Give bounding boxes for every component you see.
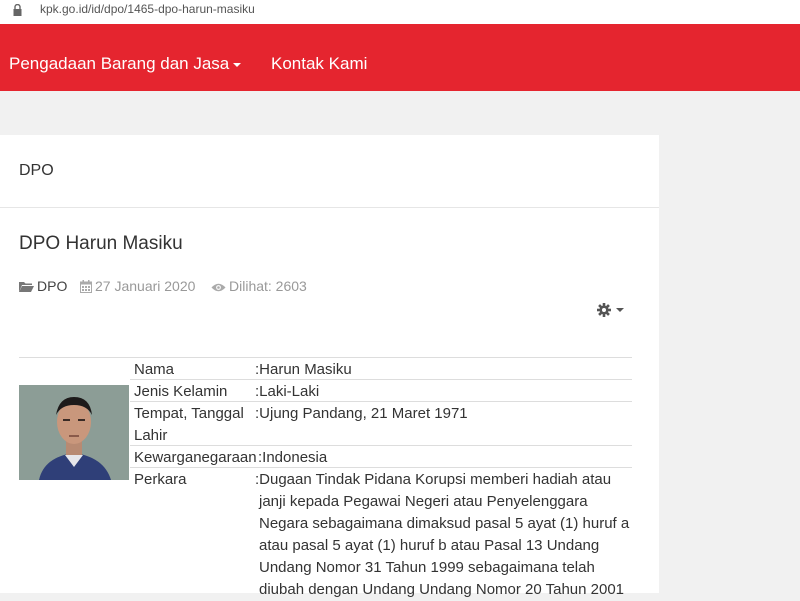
top-navbar: Pengadaan Barang dan Jasa Kontak Kami (0, 24, 800, 91)
row-label: Jenis Kelamin (134, 383, 228, 400)
row-kewarganegaraan: Kewarganegaraan :Indonesia (130, 445, 632, 468)
lock-icon (13, 4, 22, 16)
date-label: 27 Januari 2020 (95, 278, 196, 294)
caret-down-icon (233, 62, 242, 67)
row-label: Tempat, Tanggal (134, 405, 244, 422)
row-tempat-tanggal-lahir: Tempat, Tanggal Lahir :Ujung Pandang, 21… (130, 401, 632, 446)
views-label: Dilihat: 2603 (229, 278, 307, 294)
panel-heading: DPO (19, 162, 54, 179)
calendar-icon (80, 280, 92, 293)
gear-icon (597, 303, 624, 317)
row-nama: Nama :Harun Masiku (130, 357, 632, 380)
folder-icon (19, 282, 34, 292)
row-label: Kewarganegaraan (134, 449, 257, 466)
article-date: 27 Januari 2020 (80, 278, 195, 294)
row-label: Nama (134, 361, 175, 378)
article-category[interactable]: DPO (19, 278, 67, 294)
row-label: Perkara (134, 471, 187, 488)
row-value: :Indonesia (258, 449, 328, 466)
content-panel: DPO DPO Harun Masiku DPO 27 Januari 2020… (0, 135, 659, 598)
row-value-line: janji kepada Pegawai Negeri atau Penyele… (259, 493, 588, 510)
article-options-button[interactable] (597, 303, 627, 322)
nav-pengadaan-label: Pengadaan Barang dan Jasa (9, 54, 230, 73)
row-value: :Laki-Laki (255, 383, 320, 400)
profile-photo (19, 385, 129, 480)
row-jenis-kelamin: Jenis Kelamin :Laki-Laki (130, 379, 632, 402)
nav-pengadaan[interactable]: Pengadaan Barang dan Jasa (9, 54, 242, 74)
eye-icon (211, 283, 226, 292)
address-url[interactable]: kpk.go.id/id/dpo/1465-dpo-harun-masiku (40, 2, 255, 16)
panel-header: DPO (0, 135, 659, 208)
article-views: Dilihat: 2603 (211, 278, 307, 294)
row-perkara: Perkara :Dugaan Tindak Pidana Korupsi me… (130, 467, 632, 598)
nav-kontak-kami[interactable]: Kontak Kami (271, 54, 367, 74)
row-value: :Ujung Pandang, 21 Maret 1971 (255, 405, 468, 422)
category-label[interactable]: DPO (37, 278, 67, 294)
browser-address-bar[interactable]: kpk.go.id/id/dpo/1465-dpo-harun-masiku (0, 0, 800, 24)
row-value: :Harun Masiku (255, 361, 352, 378)
article-title: DPO Harun Masiku (19, 233, 183, 254)
row-value-line: Negara sebagaimana dimaksud pasal 5 ayat… (259, 515, 630, 532)
row-value-line: diubah dengan Undang Undang Nomor 20 Tah… (259, 581, 625, 598)
row-value: :Dugaan Tindak Pidana Korupsi memberi ha… (255, 471, 612, 488)
row-label-line2: Lahir (134, 427, 168, 444)
row-value-line: atau pasal 5 ayat (1) huruf b atau Pasal… (259, 537, 600, 554)
row-value-line: Undang Nomor 31 Tahun 1999 sebagaimana t… (259, 559, 595, 576)
portrait-image (19, 385, 129, 480)
